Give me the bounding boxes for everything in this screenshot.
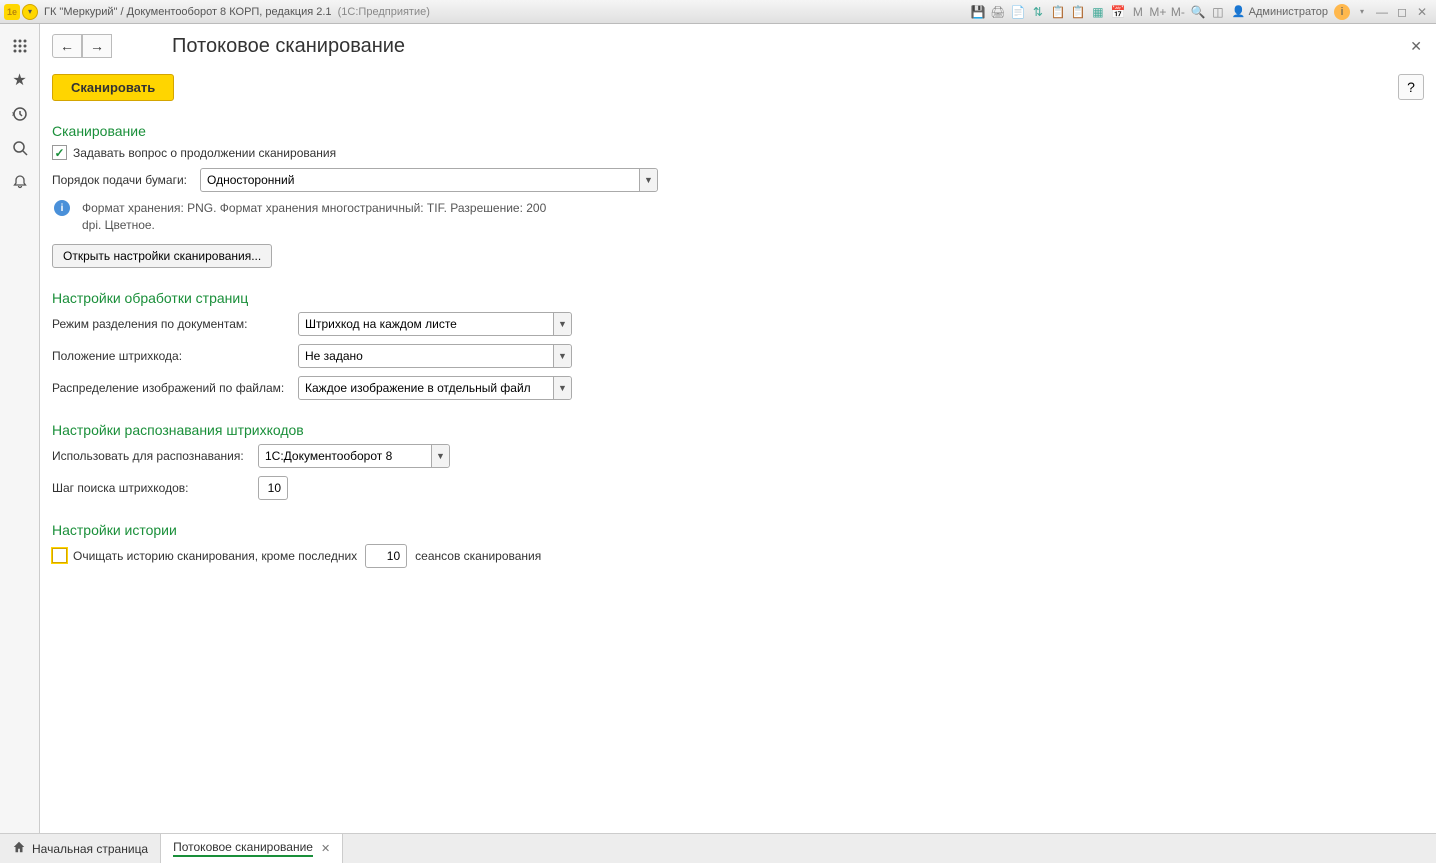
barcode-position-dropdown-button[interactable]: ▼: [553, 345, 571, 367]
window-close-button[interactable]: ✕: [1413, 3, 1431, 21]
split-mode-dropdown-button[interactable]: ▼: [553, 313, 571, 335]
paper-feed-dropdown-button[interactable]: ▼: [639, 169, 657, 191]
tab-home[interactable]: Начальная страница: [0, 834, 161, 863]
use-for-recognition-combo[interactable]: ▼: [258, 444, 450, 468]
ask-continue-checkbox[interactable]: ✓: [52, 145, 67, 160]
nav-back-button[interactable]: ←: [52, 34, 82, 58]
split-mode-label: Режим разделения по документам:: [52, 317, 298, 331]
section-scanning-title: Сканирование: [52, 123, 1424, 139]
home-icon: [12, 840, 26, 857]
paper-feed-label: Порядок подачи бумаги:: [52, 173, 200, 187]
content-area: ← → Потоковое сканирование ✕ Сканировать…: [40, 24, 1436, 833]
sidebar: ★: [0, 24, 40, 833]
image-distribution-dropdown-button[interactable]: ▼: [553, 377, 571, 399]
print-icon[interactable]: 🖨: [989, 3, 1007, 21]
nav-forward-button[interactable]: →: [82, 34, 112, 58]
zoom-icon[interactable]: 🔍: [1189, 3, 1207, 21]
titlebar: 1e ГК "Меркурий" / Документооборот 8 КОР…: [0, 0, 1436, 24]
clear-history-count-input[interactable]: [365, 544, 407, 568]
history-icon[interactable]: [6, 100, 34, 128]
form-help-button[interactable]: ?: [1398, 74, 1424, 100]
copy-icon[interactable]: 📋: [1049, 3, 1067, 21]
title-main: ГК "Меркурий" / Документооборот 8 КОРП, …: [44, 6, 332, 18]
maximize-button[interactable]: ◻: [1393, 3, 1411, 21]
storage-format-info: Формат хранения: PNG. Формат хранения мн…: [82, 200, 562, 234]
tab-close-icon[interactable]: ✕: [321, 842, 330, 855]
minimize-button[interactable]: —: [1373, 3, 1391, 21]
title-suffix: (1С:Предприятие): [338, 6, 430, 18]
clear-history-checkbox[interactable]: [52, 548, 67, 563]
paper-feed-input[interactable]: [201, 169, 639, 191]
window-title: ГК "Меркурий" / Документооборот 8 КОРП, …: [44, 6, 430, 18]
image-distribution-label: Распределение изображений по файлам:: [52, 381, 298, 395]
paper-feed-combo[interactable]: ▼: [200, 168, 658, 192]
panels-icon[interactable]: ◫: [1209, 3, 1227, 21]
use-for-recognition-dropdown-button[interactable]: ▼: [431, 445, 449, 467]
use-for-recognition-label: Использовать для распознавания:: [52, 449, 258, 463]
section-page-processing-title: Настройки обработки страниц: [52, 290, 1424, 306]
barcode-position-input[interactable]: [299, 345, 553, 367]
help-icon[interactable]: i: [1334, 4, 1350, 20]
info-icon: i: [54, 200, 70, 216]
open-scan-settings-button[interactable]: Открыть настройки сканирования...: [52, 244, 272, 268]
m-plus-button[interactable]: M+: [1149, 3, 1167, 21]
document-icon[interactable]: 📄: [1009, 3, 1027, 21]
search-step-label: Шаг поиска штрихкодов:: [52, 481, 258, 495]
split-mode-combo[interactable]: ▼: [298, 312, 572, 336]
calendar-icon[interactable]: 📅: [1109, 3, 1127, 21]
app-menu-dropdown[interactable]: [22, 4, 38, 20]
search-step-input[interactable]: [258, 476, 288, 500]
m-button[interactable]: M: [1129, 3, 1147, 21]
user-icon: 👤: [1232, 5, 1246, 18]
barcode-position-label: Положение штрихкода:: [52, 349, 298, 363]
save-icon[interactable]: 💾: [969, 3, 987, 21]
tab-home-label: Начальная страница: [32, 842, 148, 856]
clear-history-label: Очищать историю сканирования, кроме посл…: [73, 549, 357, 563]
section-barcode-title: Настройки распознавания штрихкодов: [52, 422, 1424, 438]
scan-button[interactable]: Сканировать: [52, 74, 174, 101]
image-distribution-combo[interactable]: ▼: [298, 376, 572, 400]
compare-icon[interactable]: ⇅: [1029, 3, 1047, 21]
favorites-icon[interactable]: ★: [6, 66, 34, 94]
use-for-recognition-input[interactable]: [259, 445, 431, 467]
clear-history-suffix: сеансов сканирования: [415, 549, 541, 563]
help-dropdown-icon[interactable]: ▾: [1353, 3, 1371, 21]
user-name: Администратор: [1249, 6, 1328, 18]
search-icon[interactable]: [6, 134, 34, 162]
bottom-tab-bar: Начальная страница Потоковое сканировани…: [0, 833, 1436, 863]
user-label[interactable]: 👤 Администратор: [1232, 5, 1328, 18]
tab-current-label: Потоковое сканирование: [173, 840, 313, 857]
tab-current[interactable]: Потоковое сканирование ✕: [161, 834, 343, 863]
section-history-title: Настройки истории: [52, 522, 1424, 538]
page-title: Потоковое сканирование: [172, 35, 405, 58]
page-close-button[interactable]: ✕: [1410, 38, 1422, 55]
barcode-position-combo[interactable]: ▼: [298, 344, 572, 368]
notifications-icon[interactable]: [6, 168, 34, 196]
apps-icon[interactable]: [6, 32, 34, 60]
ask-continue-label: Задавать вопрос о продолжении сканирован…: [73, 146, 336, 160]
calculator-icon[interactable]: ▦: [1089, 3, 1107, 21]
split-mode-input[interactable]: [299, 313, 553, 335]
image-distribution-input[interactable]: [299, 377, 553, 399]
app-icon: 1e: [4, 4, 20, 20]
m-minus-button[interactable]: M-: [1169, 3, 1187, 21]
paste-icon[interactable]: 📋: [1069, 3, 1087, 21]
